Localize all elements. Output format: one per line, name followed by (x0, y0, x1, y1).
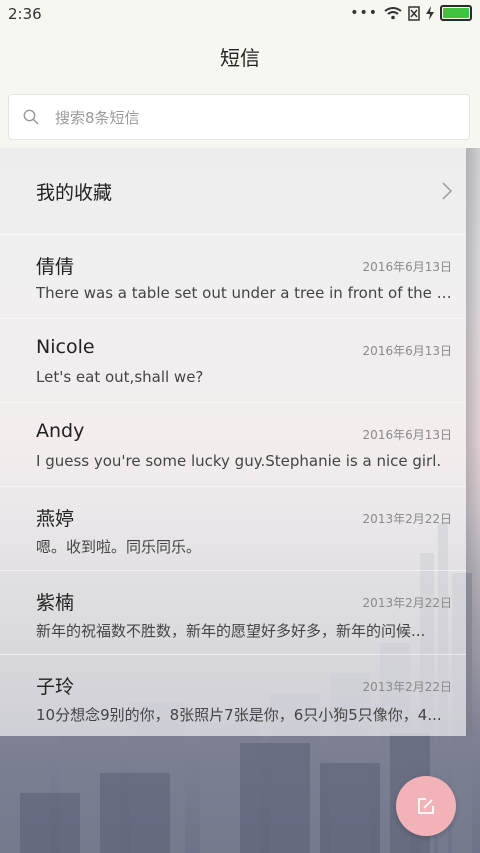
conversation-item[interactable]: 燕婷 2013年2月22日 嗯。收到啦。同乐同乐。 (0, 486, 466, 571)
message-date: 2013年2月22日 (362, 680, 452, 694)
status-bar: 2:36 ••• (0, 0, 480, 30)
search-bar (0, 86, 480, 148)
conversation-item[interactable]: 紫楠 2013年2月22日 新年的祝福数不胜数，新年的愿望好多好多，新年的问候.… (0, 570, 466, 655)
chevron-right-icon (442, 182, 452, 200)
conversation-area[interactable]: 我的收藏 倩倩 2016年6月13日 There was a table set… (0, 148, 480, 853)
list-edge-shadow (466, 148, 480, 736)
conversation-item[interactable]: Nicole 2016年6月13日 Let's eat out,shall we… (0, 318, 466, 403)
message-preview: 嗯。收到啦。同乐同乐。 (36, 538, 202, 556)
search-input[interactable] (53, 95, 457, 141)
more-dots-icon: ••• (350, 5, 378, 21)
battery-icon (440, 5, 472, 21)
message-preview: 10分想念9别的你，8张照片7张是你，6只小狗5只像你，4... (36, 706, 442, 724)
message-date: 2016年6月13日 (362, 428, 452, 442)
contact-name: Nicole (36, 336, 95, 358)
status-time: 2:36 (8, 5, 42, 23)
message-preview: Let's eat out,shall we? (36, 368, 204, 386)
conversation-list: 我的收藏 倩倩 2016年6月13日 There was a table set… (0, 148, 466, 736)
favorites-label: 我的收藏 (36, 182, 113, 204)
sim-off-icon (408, 5, 420, 21)
compose-icon (418, 798, 434, 814)
conversation-item[interactable]: 子玲 2013年2月22日 10分想念9别的你，8张照片7张是你，6只小狗5只像… (0, 654, 466, 738)
message-preview: There was a table set out under a tree i… (36, 284, 452, 302)
search-icon (23, 109, 39, 125)
contact-name: 倩倩 (36, 256, 75, 278)
message-preview: I guess you're some lucky guy.Stephanie … (36, 452, 442, 470)
page-title: 短信 (220, 46, 260, 70)
charging-icon (426, 6, 434, 20)
message-date: 2013年2月22日 (362, 512, 452, 526)
contact-name: Andy (36, 420, 85, 442)
message-date: 2016年6月13日 (362, 344, 452, 358)
conversation-item[interactable]: Andy 2016年6月13日 I guess you're some luck… (0, 402, 466, 487)
favorites-row[interactable]: 我的收藏 (0, 148, 466, 235)
contact-name: 紫楠 (36, 592, 75, 614)
compose-button[interactable] (396, 776, 456, 836)
wifi-icon (384, 7, 402, 20)
contact-name: 燕婷 (36, 508, 75, 530)
message-preview: 新年的祝福数不胜数，新年的愿望好多好多，新年的问候... (36, 622, 426, 640)
message-date: 2013年2月22日 (362, 596, 452, 610)
status-icons: ••• (350, 5, 472, 21)
conversation-item[interactable]: 倩倩 2016年6月13日 There was a table set out … (0, 234, 466, 319)
contact-name: 子玲 (36, 676, 75, 698)
message-date: 2016年6月13日 (362, 260, 452, 274)
search-box[interactable] (8, 94, 470, 141)
app-header: 短信 (0, 30, 480, 86)
